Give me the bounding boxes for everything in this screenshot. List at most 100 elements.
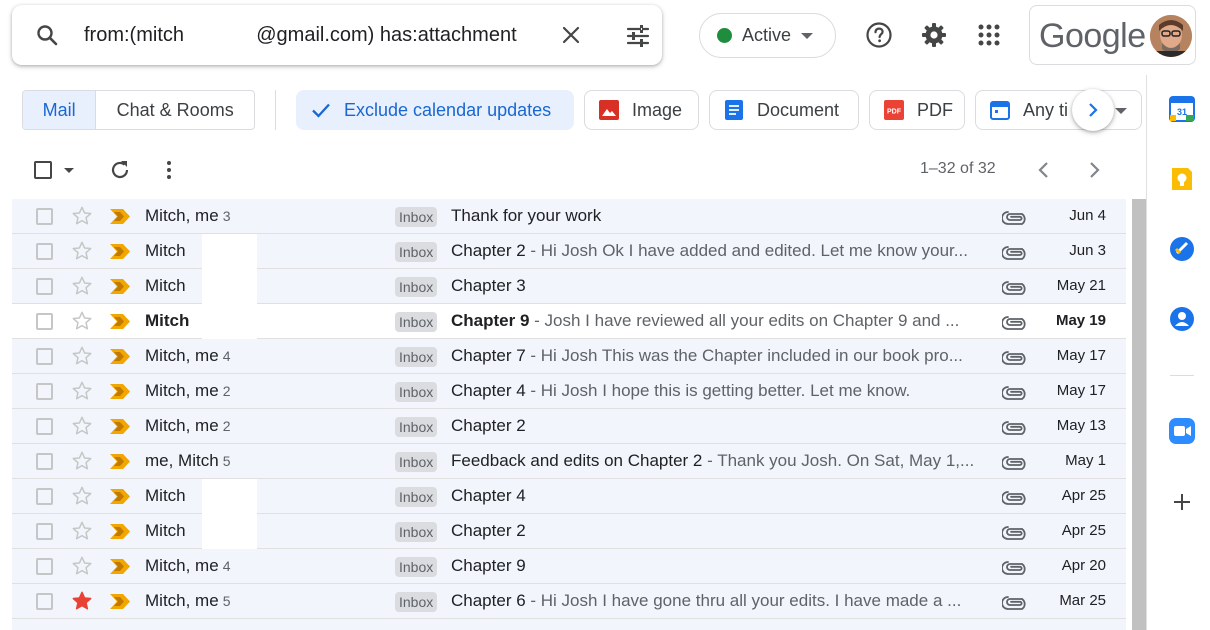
table-row[interactable]: Mitch, me 3 Inbox Thank for your work Jun 4 xyxy=(12,199,1126,234)
table-row[interactable]: me, Mitch 5 Inbox Feedback and edits on Cha… xyxy=(12,444,1126,479)
contacts-icon[interactable] xyxy=(1168,305,1196,333)
row-checkbox[interactable] xyxy=(36,558,53,575)
star-icon[interactable] xyxy=(71,450,93,472)
tab-mail[interactable]: Mail xyxy=(23,91,97,129)
avatar[interactable] xyxy=(1150,15,1192,57)
inbox-label[interactable]: Inbox xyxy=(395,522,438,542)
important-marker-icon[interactable] xyxy=(109,558,131,575)
table-row[interactable]: Mitch, me 2 Inbox Chapter 4 - Hi Josh I hop… xyxy=(12,374,1126,409)
zoom-icon[interactable] xyxy=(1168,417,1196,445)
star-icon[interactable] xyxy=(71,485,93,507)
status-dropdown[interactable]: Active xyxy=(699,13,836,58)
important-marker-icon[interactable] xyxy=(109,348,131,365)
table-row[interactable]: Mitch Inbox Chapter 2 - Hi Josh Ok I have … xyxy=(12,234,1126,269)
row-checkbox[interactable] xyxy=(36,313,53,330)
row-checkbox[interactable] xyxy=(36,243,53,260)
inbox-label[interactable]: Inbox xyxy=(395,242,438,262)
chevron-left-icon[interactable] xyxy=(1032,158,1056,182)
select-checkbox[interactable] xyxy=(34,161,52,179)
important-marker-icon[interactable] xyxy=(109,488,131,505)
row-checkbox[interactable] xyxy=(36,593,53,610)
inbox-label[interactable]: Inbox xyxy=(395,312,438,332)
mail-chat-toggle: Mail Chat & Rooms xyxy=(22,90,255,130)
important-marker-icon[interactable] xyxy=(109,243,131,260)
table-row[interactable] xyxy=(12,619,1126,630)
table-row[interactable]: Mitch, me 2 Inbox Chapter 2 May 13 xyxy=(12,409,1126,444)
row-checkbox[interactable] xyxy=(36,383,53,400)
important-marker-icon[interactable] xyxy=(109,453,131,470)
row-checkbox[interactable] xyxy=(36,523,53,540)
attachment-icon xyxy=(1002,561,1026,575)
inbox-label[interactable]: Inbox xyxy=(395,592,438,612)
close-icon[interactable] xyxy=(559,23,583,47)
attachment-icon xyxy=(1002,351,1026,365)
row-checkbox[interactable] xyxy=(36,453,53,470)
calendar-app-icon[interactable]: 31 xyxy=(1168,95,1196,123)
star-icon[interactable] xyxy=(71,345,93,367)
chip-document[interactable]: Document xyxy=(709,90,859,130)
star-icon[interactable] xyxy=(71,310,93,332)
more-vert-icon[interactable] xyxy=(157,158,181,182)
add-icon[interactable] xyxy=(1168,488,1196,516)
inbox-label[interactable]: Inbox xyxy=(395,382,438,402)
important-marker-icon[interactable] xyxy=(109,383,131,400)
star-icon[interactable] xyxy=(71,555,93,577)
refresh-icon[interactable] xyxy=(108,158,132,182)
tasks-icon[interactable] xyxy=(1168,235,1196,263)
thread-count: 5 xyxy=(222,453,231,469)
row-checkbox[interactable] xyxy=(36,278,53,295)
chip-any-time[interactable]: Any ti xyxy=(975,90,1142,130)
attachment-icon xyxy=(1002,281,1026,295)
table-row[interactable]: Mitch Inbox Chapter 2 Apr 25 xyxy=(12,514,1126,549)
inbox-label[interactable]: Inbox xyxy=(395,347,438,367)
important-marker-icon[interactable] xyxy=(109,593,131,610)
important-marker-icon[interactable] xyxy=(109,313,131,330)
keep-icon[interactable] xyxy=(1168,165,1196,193)
apps-grid-icon[interactable] xyxy=(975,21,1003,49)
important-marker-icon[interactable] xyxy=(109,278,131,295)
table-row[interactable]: Mitch, me 4 Inbox Chapter 9 Apr 20 xyxy=(12,549,1126,584)
search-icon[interactable] xyxy=(35,23,59,47)
star-icon[interactable] xyxy=(71,275,93,297)
table-row[interactable]: Mitch Inbox Chapter 4 Apr 25 xyxy=(12,479,1126,514)
inbox-label[interactable]: Inbox xyxy=(395,557,438,577)
tab-chat-rooms[interactable]: Chat & Rooms xyxy=(96,91,254,129)
document-icon xyxy=(725,100,743,120)
chevron-right-icon[interactable] xyxy=(1082,158,1106,182)
inbox-label[interactable]: Inbox xyxy=(395,417,438,437)
inbox-label[interactable]: Inbox xyxy=(395,487,438,507)
row-checkbox[interactable] xyxy=(36,348,53,365)
chip-exclude-calendar[interactable]: Exclude calendar updates xyxy=(296,90,574,130)
help-icon[interactable] xyxy=(865,21,893,49)
inbox-label[interactable]: Inbox xyxy=(395,277,438,297)
row-checkbox[interactable] xyxy=(36,488,53,505)
row-checkbox[interactable] xyxy=(36,208,53,225)
list-scrollbar[interactable] xyxy=(1132,199,1146,630)
important-marker-icon[interactable] xyxy=(109,418,131,435)
star-icon[interactable] xyxy=(71,205,93,227)
sender-name: Mitch xyxy=(145,521,186,540)
table-row[interactable]: Mitch, me 5 Inbox Chapter 6 - Hi Josh I hav… xyxy=(12,584,1126,619)
row-checkbox[interactable] xyxy=(36,418,53,435)
table-row[interactable]: Mitch Inbox Chapter 3 May 21 xyxy=(12,269,1126,304)
table-row[interactable]: Mitch Inbox Chapter 9 - Josh I have review… xyxy=(12,304,1126,339)
select-all-dropdown[interactable] xyxy=(34,160,78,182)
inbox-label[interactable]: Inbox xyxy=(395,452,438,472)
search-input[interactable]: from:(mitch @gmail.com) has:attachment xyxy=(84,5,554,65)
star-icon[interactable] xyxy=(71,415,93,437)
star-icon[interactable] xyxy=(71,380,93,402)
date: Apr 25 xyxy=(1061,487,1106,504)
star-icon[interactable] xyxy=(71,590,93,612)
important-marker-icon[interactable] xyxy=(109,523,131,540)
tune-icon[interactable] xyxy=(625,23,651,49)
important-marker-icon[interactable] xyxy=(109,208,131,225)
account-switcher[interactable]: Google xyxy=(1029,5,1196,65)
table-row[interactable]: Mitch, me 4 Inbox Chapter 7 - Hi Josh This … xyxy=(12,339,1126,374)
chip-pdf[interactable]: PDF PDF xyxy=(869,90,965,130)
gear-icon[interactable] xyxy=(920,21,948,49)
star-icon[interactable] xyxy=(71,240,93,262)
chip-image[interactable]: Image xyxy=(584,90,699,130)
scroll-chips-right-button[interactable] xyxy=(1072,89,1114,131)
inbox-label[interactable]: Inbox xyxy=(395,207,438,227)
star-icon[interactable] xyxy=(71,520,93,542)
